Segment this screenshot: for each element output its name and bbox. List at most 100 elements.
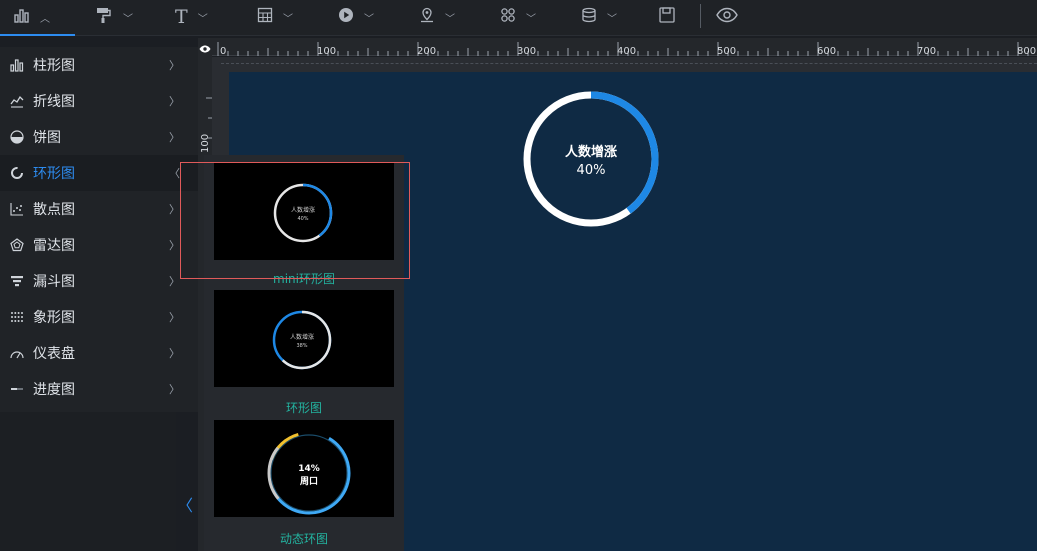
sidebar-item-label: 柱形图: [33, 58, 75, 74]
chevron-down-icon: ﹀: [283, 13, 293, 25]
ruler-tick-label: 300: [517, 46, 537, 57]
chevron-down-icon: ﹀: [607, 13, 617, 25]
eye-icon: [199, 38, 211, 57]
ruler-tick-label: 600: [817, 46, 837, 57]
media-play-icon: [338, 7, 354, 27]
ring-chart-widget[interactable]: 人数增涨 40%: [523, 91, 659, 227]
chevron-down-icon: ﹀: [123, 13, 133, 25]
chevron-up-icon: ︿: [40, 13, 50, 25]
ruler-tick-label: 800: [1017, 46, 1037, 57]
widgets-icon: [500, 7, 516, 27]
style-menu-button[interactable]: ﹀: [95, 0, 133, 34]
active-tab-indicator: [0, 34, 75, 36]
vertical-ruler-label: 100: [200, 133, 211, 153]
chevron-down-icon: ﹀: [197, 13, 208, 25]
chevron-down-icon: ﹀: [445, 13, 455, 25]
ruler-tick-label: 500: [717, 46, 737, 57]
chevron-left-icon: 〈: [169, 167, 180, 180]
sidebar-item-label: 进度图: [33, 382, 75, 398]
bar-chart-icon: [9, 57, 25, 73]
sidebar-item-label: 饼图: [33, 130, 61, 146]
save-button[interactable]: [658, 0, 676, 34]
ring-chart-icon: [9, 165, 25, 181]
ruler-tick-label: 400: [617, 46, 637, 57]
chevron-right-icon: 〉: [169, 275, 180, 288]
save-icon: [658, 6, 676, 28]
chart-type-sidebar: 柱形图 〉 折线图 〉 饼图 〉 环形图 〈 散点图 〉 雷达图 〉 漏斗图 〉…: [0, 47, 198, 412]
database-icon: [581, 7, 597, 27]
ruler-tick-label: 700: [917, 46, 937, 57]
sidebar-item-bar-chart[interactable]: 柱形图 〉: [0, 47, 198, 83]
funnel-chart-icon: [9, 273, 25, 289]
chevron-right-icon: 〉: [169, 347, 180, 360]
ruler-tick-label: 0: [220, 46, 227, 57]
card-ring-title: 周口: [300, 476, 318, 487]
map-pin-icon: [419, 7, 435, 27]
chevron-down-icon: ﹀: [364, 13, 374, 25]
sidebar-item-label: 环形图: [33, 166, 75, 182]
toolbar-divider: [700, 4, 701, 28]
ruler-visibility-toggle[interactable]: [198, 38, 212, 56]
sidebar-item-scatter-chart[interactable]: 散点图 〉: [0, 191, 198, 227]
chevron-right-icon: 〉: [169, 239, 180, 252]
chevron-right-icon: 〉: [169, 311, 180, 324]
pie-chart-icon: [9, 129, 25, 145]
chevron-down-icon: ﹀: [526, 13, 536, 25]
gauge-icon: [9, 345, 25, 361]
map-menu-button[interactable]: ﹀: [419, 0, 455, 34]
canvas-guide: [221, 63, 1037, 71]
text-icon: T: [175, 6, 188, 28]
data-menu-button[interactable]: ﹀: [581, 0, 617, 34]
sidebar-item-label: 折线图: [33, 94, 75, 110]
horizontal-ruler: 0 100 200 300 400 500 600 700 800: [212, 38, 1037, 57]
bar-chart-icon: [14, 7, 30, 27]
media-menu-button[interactable]: ﹀: [338, 0, 374, 34]
sidebar-item-gauge[interactable]: 仪表盘 〉: [0, 335, 198, 371]
table-menu-button[interactable]: ﹀: [257, 0, 293, 34]
preview-button[interactable]: [716, 0, 738, 34]
collapse-sidebar-button[interactable]: 〈: [177, 492, 194, 516]
template-label: 动态环图: [279, 532, 328, 546]
text-menu-button[interactable]: T ﹀: [175, 0, 208, 34]
template-card-dynamic-ring[interactable]: 14% 周口: [214, 420, 394, 517]
sidebar-empty-area: [0, 412, 176, 551]
ring-title: 人数增涨: [565, 144, 617, 160]
line-chart-icon: [9, 93, 25, 109]
paint-roller-icon: [95, 6, 113, 28]
chevron-right-icon: 〉: [169, 95, 180, 108]
chevron-right-icon: 〉: [169, 383, 180, 396]
template-card-ring[interactable]: 人数增涨 38%: [214, 290, 394, 387]
card-ring-value: 38%: [296, 343, 307, 349]
scatter-chart-icon: [9, 201, 25, 217]
ring-value: 40%: [577, 163, 606, 178]
sidebar-item-label: 象形图: [33, 310, 75, 326]
template-selection-highlight: [180, 162, 410, 279]
sidebar-item-funnel-chart[interactable]: 漏斗图 〉: [0, 263, 198, 299]
sidebar-item-label: 雷达图: [33, 238, 75, 254]
pictorial-chart-icon: [9, 309, 25, 325]
progress-icon: [9, 381, 25, 397]
sidebar-item-pictorial-chart[interactable]: 象形图 〉: [0, 299, 198, 335]
widgets-menu-button[interactable]: ﹀: [500, 0, 536, 34]
ruler-tick-label: 100: [317, 46, 337, 57]
sidebar-item-label: 仪表盘: [33, 346, 75, 362]
chevron-left-icon: 〈: [177, 496, 194, 515]
card-ring-title: 人数增涨: [290, 333, 314, 341]
eye-icon: [716, 7, 738, 27]
sidebar-item-label: 散点图: [33, 202, 75, 218]
sidebar-item-pie-chart[interactable]: 饼图 〉: [0, 119, 198, 155]
sidebar-item-progress[interactable]: 进度图 〉: [0, 371, 198, 407]
chevron-right-icon: 〉: [169, 203, 180, 216]
sidebar-item-ring-chart[interactable]: 环形图 〈: [0, 155, 198, 191]
top-toolbar: ︿ ﹀ T ﹀ ﹀ ﹀ ﹀ ﹀ ﹀: [0, 0, 1037, 36]
template-label: 环形图: [285, 401, 322, 415]
chevron-right-icon: 〉: [169, 131, 180, 144]
table-icon: [257, 7, 273, 27]
chart-menu-button[interactable]: ︿: [14, 0, 50, 34]
radar-chart-icon: [9, 237, 25, 253]
sidebar-item-label: 漏斗图: [33, 274, 75, 290]
sidebar-item-radar-chart[interactable]: 雷达图 〉: [0, 227, 198, 263]
card-ring-value: 14%: [298, 464, 320, 474]
sidebar-item-line-chart[interactable]: 折线图 〉: [0, 83, 198, 119]
chevron-right-icon: 〉: [169, 59, 180, 72]
